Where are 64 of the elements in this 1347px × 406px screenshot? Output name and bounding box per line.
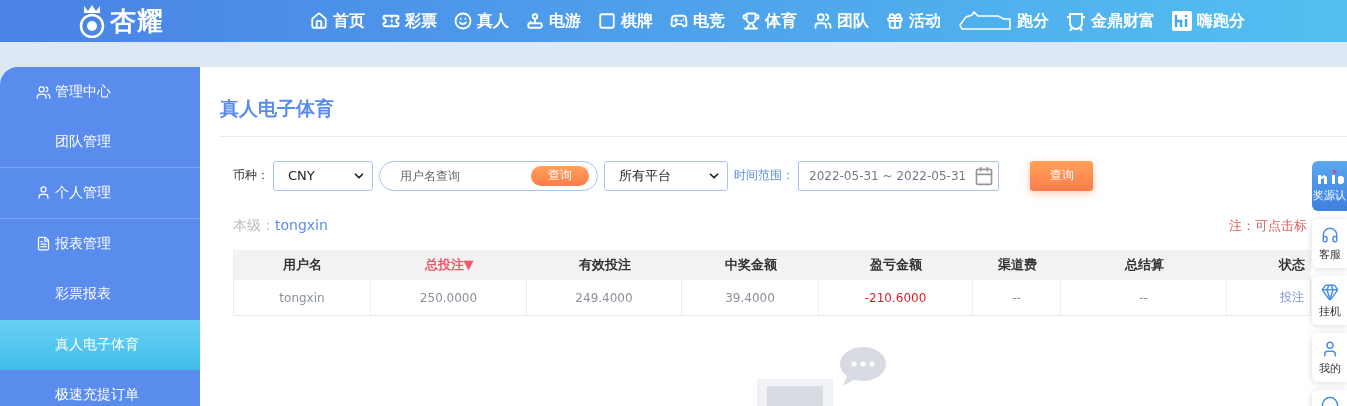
nav-link[interactable]: 电游 bbox=[526, 10, 581, 32]
table-cell: -- bbox=[973, 280, 1061, 315]
brand-badge-icon bbox=[1315, 169, 1344, 185]
side-widget[interactable]: 客服 bbox=[1312, 219, 1347, 268]
headphones-icon bbox=[1320, 225, 1339, 244]
side-widget[interactable]: 挂机 bbox=[1312, 276, 1347, 325]
table-link[interactable]: 投注 bbox=[1227, 280, 1311, 315]
nav-link[interactable]: 首页 bbox=[310, 10, 365, 32]
table-cell: tongxin bbox=[234, 280, 371, 315]
crown-logo-icon bbox=[78, 4, 106, 38]
sidebar-item[interactable]: 真人电子体育 bbox=[0, 319, 200, 370]
currency-label: 币种： bbox=[233, 167, 269, 184]
column-header[interactable]: 中奖金额 bbox=[682, 256, 819, 274]
nav-link[interactable]: 金鼎财富 bbox=[1066, 10, 1155, 32]
date-range-field[interactable]: 2022-05-31 ~ 2022-05-31 bbox=[798, 160, 999, 191]
table-cell: 249.4000 bbox=[527, 280, 682, 315]
table-cell: 39.4000 bbox=[682, 280, 819, 315]
sidebar-group[interactable]: 管理中心 bbox=[0, 67, 200, 118]
time-range-label: 时间范围： bbox=[734, 167, 794, 184]
platform-select[interactable]: 所有平台 bbox=[604, 160, 728, 191]
nav-link[interactable]: 体育 bbox=[742, 10, 797, 32]
nav-link[interactable]: 彩票 bbox=[382, 10, 437, 32]
nav-link[interactable]: 活动 bbox=[886, 10, 941, 32]
users-icon bbox=[814, 12, 832, 30]
document-icon bbox=[36, 236, 51, 252]
table-cell: 250.0000 bbox=[371, 280, 527, 315]
nav-link[interactable]: 电竞 bbox=[670, 10, 725, 32]
nav-link[interactable]: 团队 bbox=[814, 10, 869, 32]
ticket-icon bbox=[382, 12, 400, 30]
nav-link[interactable]: 嗨跑分 bbox=[1172, 10, 1245, 32]
gift-icon bbox=[886, 12, 904, 30]
column-header[interactable]: 状态 bbox=[1227, 256, 1311, 274]
column-header[interactable]: 有效投注 bbox=[527, 256, 682, 274]
calendar-icon bbox=[974, 165, 994, 186]
brand-logo-text: 杏耀 bbox=[110, 4, 164, 38]
column-header[interactable]: 用户名 bbox=[234, 256, 371, 274]
home-icon bbox=[310, 12, 328, 30]
table-cell: -210.6000 bbox=[819, 280, 973, 315]
rhino-logo-icon bbox=[958, 11, 1012, 31]
column-header[interactable]: 总结算 bbox=[1061, 256, 1227, 274]
sidebar-item[interactable]: 彩票报表 bbox=[0, 269, 200, 320]
table-cell: -- bbox=[1061, 280, 1227, 315]
note-text: 注：可点击标 bbox=[1229, 217, 1307, 235]
user-icon bbox=[36, 185, 51, 201]
query-button[interactable]: 查询 bbox=[1030, 160, 1093, 191]
side-widget[interactable]: 我的 bbox=[1312, 333, 1347, 382]
column-header[interactable]: 渠道费 bbox=[973, 256, 1061, 274]
nav-link[interactable]: 真人 bbox=[454, 10, 509, 32]
currency-select[interactable]: CNY bbox=[273, 160, 373, 191]
column-header[interactable]: 总投注▼ bbox=[371, 256, 527, 274]
nav-link[interactable]: 棋牌 bbox=[598, 10, 653, 32]
sidebar-group[interactable]: 报表管理 bbox=[0, 218, 200, 269]
hi-badge-icon bbox=[1172, 11, 1192, 31]
users-icon bbox=[36, 84, 51, 100]
nav-link[interactable]: 跑分 bbox=[958, 10, 1049, 32]
column-header[interactable]: 盈亏金额 bbox=[819, 256, 973, 274]
cauldron-icon bbox=[1066, 11, 1086, 31]
gamepad-icon bbox=[670, 12, 688, 30]
page-title: 真人电子体育 bbox=[220, 67, 1347, 137]
badge-widget[interactable]: 奖源认 bbox=[1312, 161, 1347, 211]
level-user-text: 本级：tongxin bbox=[233, 217, 328, 235]
diamond-icon bbox=[1320, 282, 1339, 301]
sidebar-item[interactable]: 极速充提订单 bbox=[0, 370, 200, 406]
trophy-icon bbox=[742, 12, 760, 30]
